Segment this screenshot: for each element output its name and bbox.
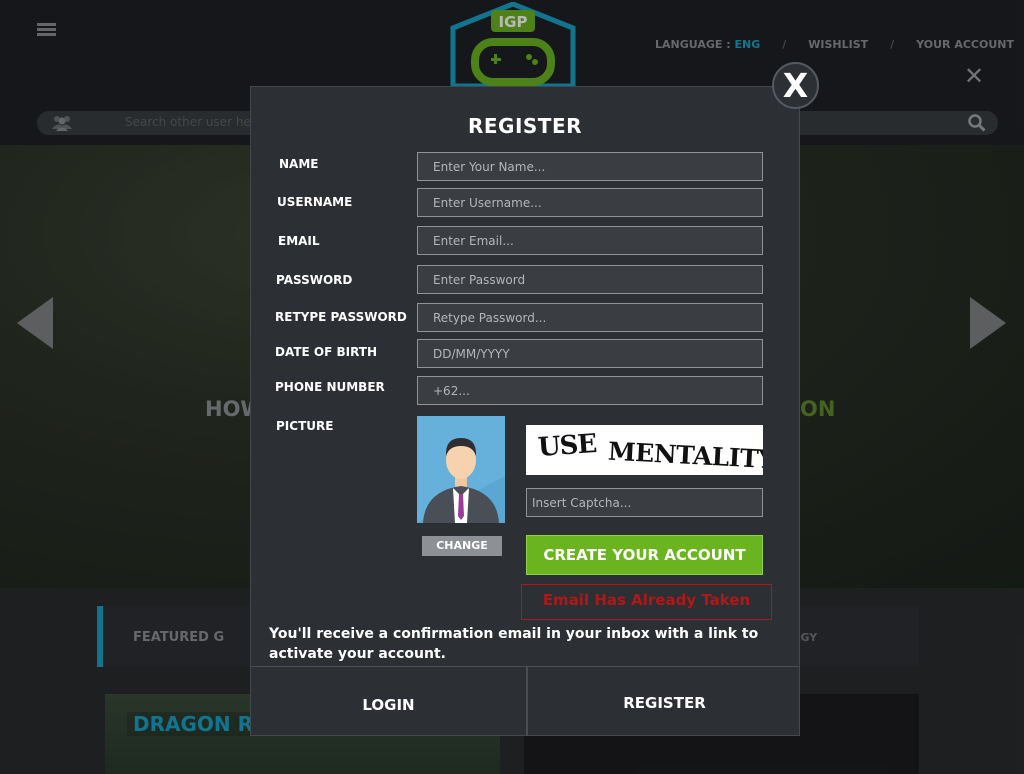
captcha-input[interactable] — [526, 488, 763, 517]
password-label: PASSWORD — [276, 273, 353, 287]
picture-label: PICTURE — [276, 419, 334, 433]
modal-footer: LOGIN REGISTER — [251, 666, 799, 736]
password-field[interactable] — [417, 265, 763, 294]
phone-number-field[interactable] — [417, 376, 763, 405]
login-tab-button[interactable]: LOGIN — [251, 667, 528, 736]
email-field[interactable] — [417, 226, 763, 255]
change-picture-button[interactable]: CHANGE — [422, 536, 502, 556]
modal-title: REGISTER — [467, 114, 583, 138]
email-label: EMAIL — [278, 234, 320, 248]
date-of-birth-label: DATE OF BIRTH — [275, 345, 377, 359]
captcha-image: USE MENTALITY — [526, 425, 763, 475]
username-label: USERNAME — [277, 195, 353, 209]
name-label: NAME — [279, 157, 319, 171]
email-error-message: Email Has Already Taken — [521, 584, 772, 620]
date-of-birth-field[interactable] — [417, 339, 763, 368]
modal-close-button[interactable]: X — [772, 62, 819, 109]
captcha-word-2: MENTALITY — [607, 436, 763, 475]
name-field[interactable] — [417, 152, 763, 181]
retype-password-field[interactable] — [417, 303, 763, 332]
register-tab-button[interactable]: REGISTER — [530, 667, 799, 736]
retype-password-label: RETYPE PASSWORD — [275, 310, 407, 324]
phone-number-label: PHONE NUMBER — [275, 380, 385, 394]
user-avatar-icon — [417, 416, 505, 523]
register-modal: REGISTER NAME USERNAME EMAIL PASSWORD RE… — [250, 86, 800, 736]
confirmation-notice: You'll receive a confirmation email in y… — [269, 626, 759, 662]
username-field[interactable] — [417, 188, 763, 217]
captcha-word-1: USE — [537, 429, 598, 463]
create-account-button[interactable]: CREATE YOUR ACCOUNT — [526, 535, 763, 575]
avatar — [417, 416, 505, 523]
